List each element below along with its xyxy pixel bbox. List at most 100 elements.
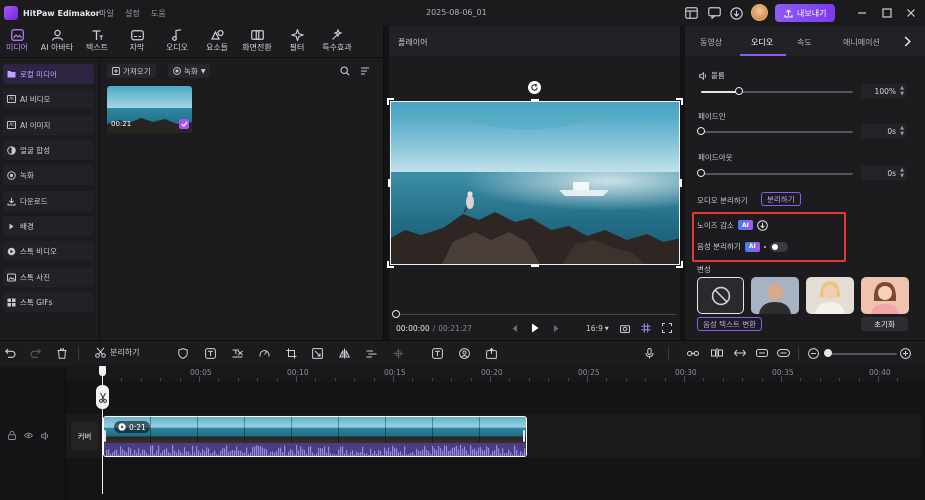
menu-help[interactable]: 도움 (151, 8, 166, 19)
layout-icon[interactable] (684, 6, 698, 20)
eye-icon[interactable] (24, 432, 33, 439)
play-icon[interactable] (529, 322, 541, 334)
menu-settings[interactable]: 설정 (125, 8, 140, 19)
tool-effects[interactable]: 특수효과 (320, 29, 354, 53)
download-model-icon[interactable] (757, 219, 769, 231)
tool-transition[interactable]: 화면전환 (240, 29, 274, 53)
undo-icon[interactable] (3, 346, 17, 360)
tool-text[interactable]: 텍스트 (80, 29, 114, 53)
reset-button[interactable]: 초기화 (861, 317, 908, 331)
tool-media[interactable]: 미디어 (0, 29, 34, 53)
crop-handle[interactable] (387, 261, 394, 268)
split-track-icon[interactable] (710, 346, 724, 360)
tool-audio[interactable]: 오디오 (160, 29, 194, 53)
clip-trim-handle-right[interactable] (523, 430, 525, 442)
split-button[interactable]: 분리하기 (95, 347, 139, 358)
tool-elements[interactable]: 요소들 (200, 29, 234, 53)
microphone-icon[interactable] (642, 346, 656, 360)
stepper-arrows-icon[interactable]: ▲ ▼ (900, 167, 904, 179)
add-text-icon[interactable] (430, 346, 444, 360)
resize-icon[interactable] (310, 346, 324, 360)
voice-none-option[interactable] (697, 277, 744, 314)
zoom-slider-knob[interactable] (824, 349, 832, 357)
fade-in-slider-knob[interactable] (697, 127, 705, 135)
sidebar-item-local-media[interactable]: 로컬 미디어 (3, 64, 94, 84)
record-dropdown[interactable]: 녹화 ▼ (168, 64, 211, 78)
search-icon[interactable] (338, 64, 352, 78)
crop-handle[interactable] (387, 98, 394, 105)
zoom-out-icon[interactable] (806, 346, 820, 360)
sidebar-item-record[interactable]: 녹화 (3, 165, 94, 185)
media-thumbnail[interactable]: 00:21 (107, 86, 192, 133)
sidebar-item-background[interactable]: 배경 (3, 216, 94, 236)
text-tool-icon[interactable] (203, 346, 217, 360)
tool-subtitle[interactable]: 자막 (120, 29, 154, 53)
export-clip-icon[interactable] (484, 346, 498, 360)
voice-to-text-button[interactable]: 음성 텍스트 변환 (697, 317, 763, 331)
snapshot-icon[interactable] (619, 322, 631, 334)
sidebar-item-face-swap[interactable]: 얼굴 합성 (3, 140, 94, 160)
voice-separation-toggle[interactable] (769, 241, 788, 252)
mute-speaker-icon[interactable] (41, 431, 50, 440)
voice-option-man[interactable] (751, 277, 799, 314)
stepper-arrows-icon[interactable]: ▲ ▼ (900, 125, 904, 137)
crop-handle[interactable] (679, 179, 682, 187)
volume-value-field[interactable]: 100% ▲ ▼ (861, 84, 906, 98)
fade-out-slider[interactable] (701, 173, 853, 175)
tab-audio[interactable]: 오디오 (751, 37, 773, 48)
tool-filter[interactable]: 필터 (280, 29, 314, 53)
tab-speed[interactable]: 속도 (797, 37, 812, 48)
lock-icon[interactable] (8, 431, 16, 440)
stepper-arrows-icon[interactable]: ▲ ▼ (900, 85, 904, 97)
chevron-right-icon[interactable] (901, 34, 913, 48)
video-clip[interactable]: 0:21 (103, 416, 527, 457)
volume-slider-knob[interactable] (735, 87, 743, 95)
feedback-icon[interactable] (707, 6, 721, 20)
subtitle-edit-icon[interactable] (230, 346, 244, 360)
sidebar-item-stock-gifs[interactable]: 스톡 GIFs (3, 292, 94, 312)
checkbox-checked-icon[interactable] (179, 119, 189, 129)
redo-icon[interactable] (28, 346, 42, 360)
sidebar-item-ai-video[interactable]: AI AI 비디오 (3, 89, 94, 109)
close-icon[interactable] (904, 6, 918, 20)
rotate-handle-icon[interactable] (528, 81, 541, 94)
volume-slider[interactable] (701, 91, 853, 93)
crop-handle[interactable] (676, 261, 683, 268)
face-icon[interactable] (457, 346, 471, 360)
mirror-icon[interactable] (337, 346, 351, 360)
sidebar-item-stock-photo[interactable]: 스톡 사진 (3, 267, 94, 287)
speed-icon[interactable] (257, 346, 271, 360)
playhead-scissors-icon[interactable] (96, 385, 109, 409)
avatar[interactable] (751, 4, 768, 21)
cover-button[interactable]: 커버 (71, 422, 98, 450)
zoom-slider[interactable] (827, 353, 897, 355)
prev-frame-icon[interactable] (509, 322, 519, 334)
freeze-icon[interactable] (391, 346, 405, 360)
tab-video[interactable]: 동영상 (700, 37, 722, 48)
playhead-handle[interactable] (99, 366, 106, 376)
sidebar-item-ai-image[interactable]: AI AI 이미지 (3, 115, 94, 135)
download-circle-icon[interactable] (729, 6, 743, 20)
zoom-in-icon[interactable] (898, 346, 912, 360)
fade-out-value-field[interactable]: 0s ▲ ▼ (861, 166, 906, 180)
crop-handle[interactable] (531, 99, 539, 102)
grid-icon[interactable] (640, 322, 652, 334)
link-icon[interactable] (686, 346, 700, 360)
fade-in-slider[interactable] (701, 131, 853, 133)
fullscreen-icon[interactable] (661, 322, 673, 334)
fit-timeline-icon[interactable] (776, 346, 790, 360)
voice-option-girl[interactable] (861, 277, 909, 314)
snap-icon[interactable] (733, 346, 747, 360)
sort-icon[interactable] (358, 64, 372, 78)
player-scrubber[interactable] (396, 314, 676, 315)
menu-file[interactable]: 파일 (99, 8, 114, 19)
minimize-icon[interactable] (855, 6, 869, 20)
track-height-icon[interactable] (755, 346, 769, 360)
fade-out-slider-knob[interactable] (697, 169, 705, 177)
audio-mix-icon[interactable] (364, 346, 378, 360)
scrubber-knob[interactable] (392, 310, 400, 318)
sidebar-item-stock-video[interactable]: 스톡 비디오 (3, 241, 94, 261)
delete-icon[interactable] (55, 346, 69, 360)
tool-ai-avatar[interactable]: AI 아바타 (40, 29, 74, 53)
crop-handle[interactable] (676, 98, 683, 105)
